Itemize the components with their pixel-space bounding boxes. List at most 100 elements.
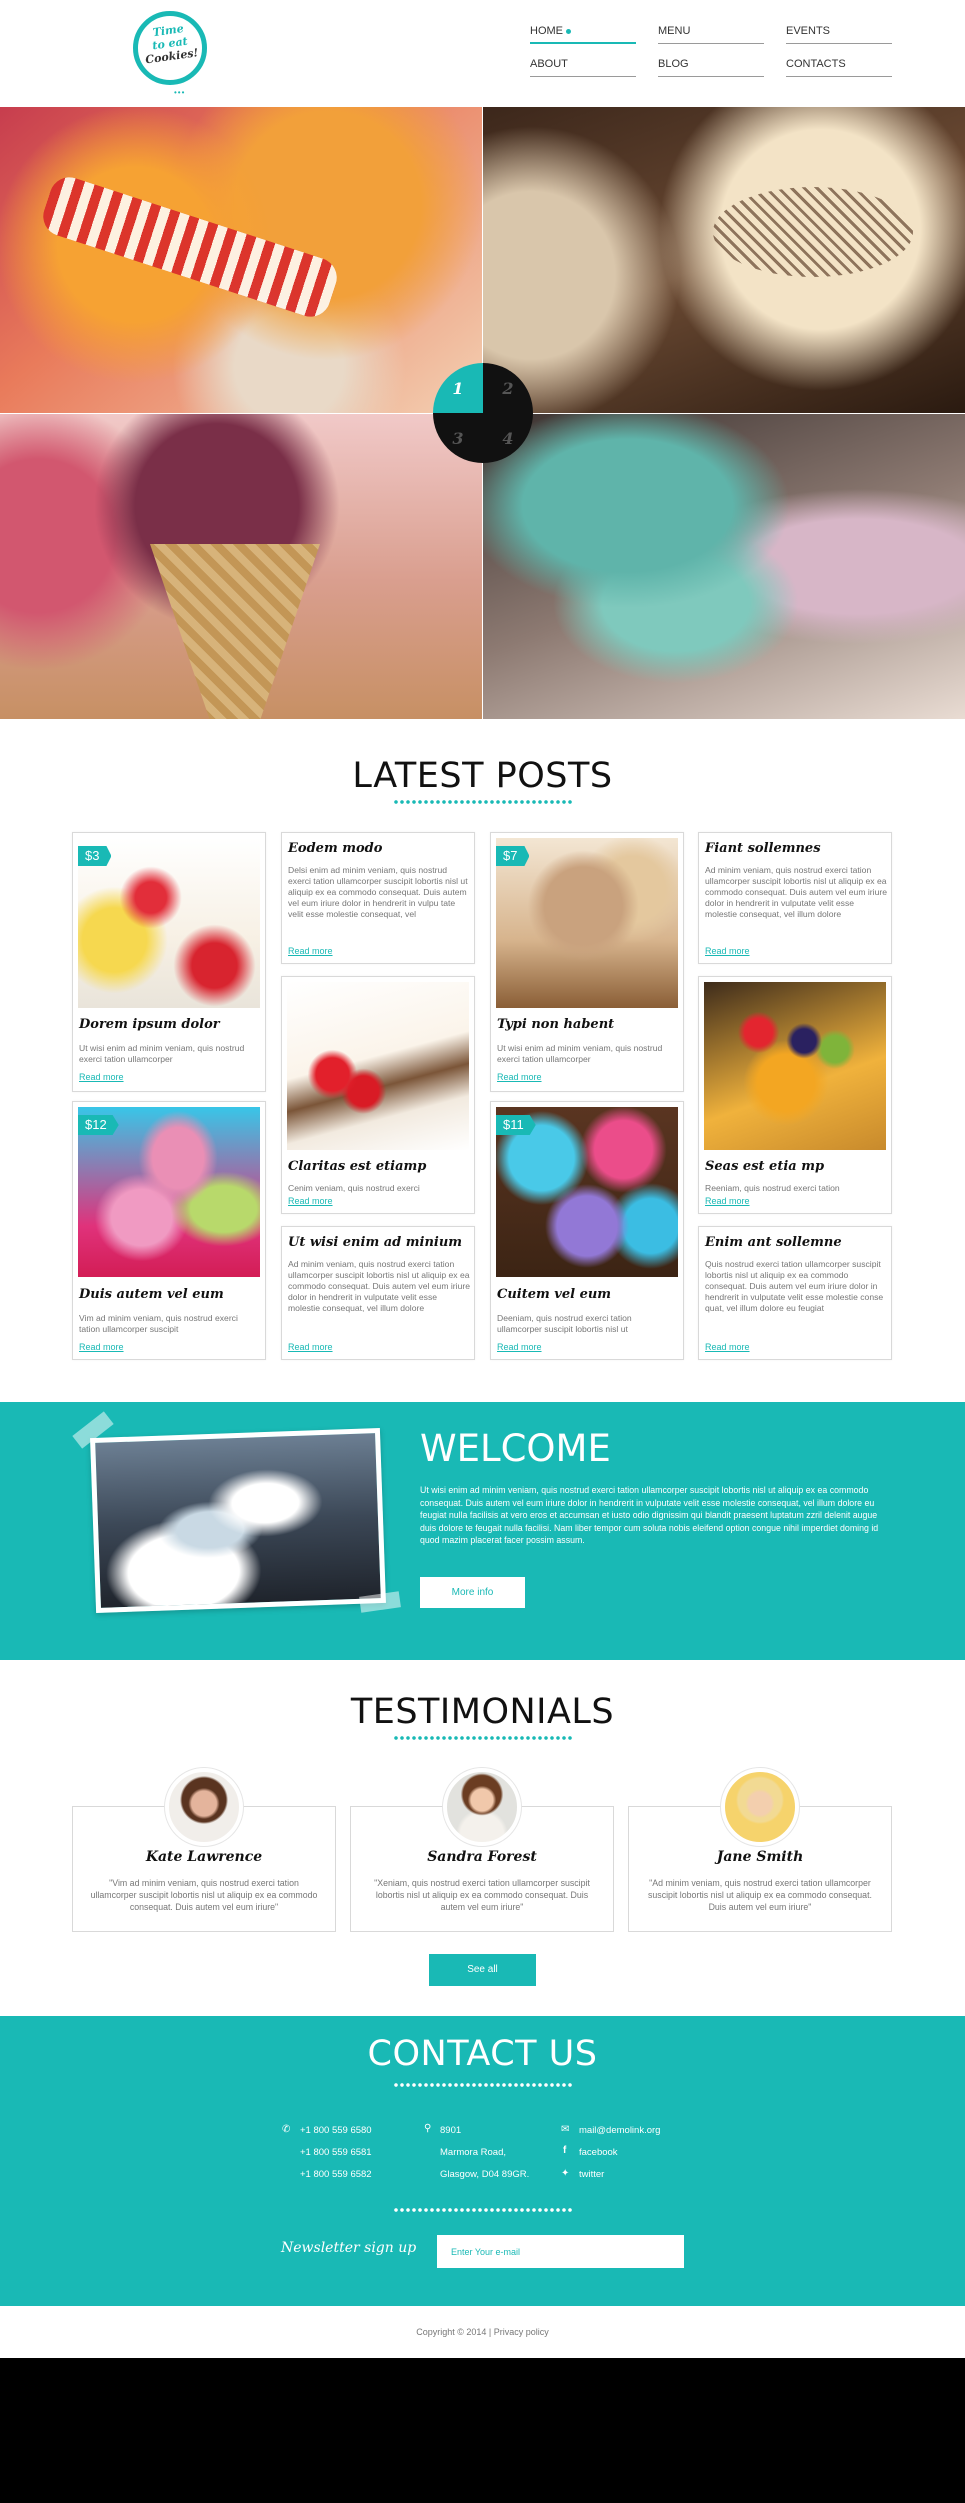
- read-more-link[interactable]: Read more: [705, 946, 750, 956]
- post-title[interactable]: Typi non habent: [497, 1017, 614, 1032]
- copyright-text: Copyright © 2014 | Privacy policy: [416, 2327, 549, 2337]
- post-title[interactable]: Ut wisi enim ad minium: [288, 1235, 462, 1250]
- post-excerpt: Deeniam, quis nostrud exerci tation ulla…: [497, 1313, 632, 1334]
- logo-dots-decoration: •••: [174, 88, 186, 97]
- post-excerpt: Delsi enim ad minim veniam, quis nostrud…: [288, 865, 468, 919]
- read-more-link[interactable]: Read more: [497, 1342, 542, 1352]
- post-image-cheesecake: [287, 982, 469, 1150]
- post-card[interactable]: $7 Typi non habent Ut wisi enim ad minim…: [490, 832, 684, 1092]
- post-card[interactable]: Seas est etia mp Reeniam, quis nostrud e…: [698, 976, 892, 1214]
- twitter-icon: ✦: [561, 2168, 570, 2179]
- post-card[interactable]: Ut wisi enim ad minium Ad minim veniam, …: [281, 1226, 475, 1360]
- post-excerpt: Ad minim veniam, quis nostrud exerci tat…: [705, 865, 887, 919]
- post-card[interactable]: Fiant sollemnes Ad minim veniam, quis no…: [698, 832, 892, 964]
- slider-pagination: 1 2 3 4: [433, 363, 533, 463]
- read-more-link[interactable]: Read more: [705, 1196, 750, 1206]
- divider-dots: [393, 2208, 573, 2212]
- testimonial-name: Jane Smith: [716, 1849, 804, 1865]
- price-tag: $12: [78, 1115, 119, 1135]
- welcome-photo-restaurant: [90, 1427, 386, 1614]
- nav-item-menu[interactable]: MENU: [658, 22, 764, 44]
- post-card[interactable]: Enim ant sollemne Quis nostrud exerci ta…: [698, 1226, 892, 1360]
- contact-title: CONTACT US: [367, 2034, 598, 2074]
- slide-button-2[interactable]: 2: [483, 363, 533, 413]
- post-title[interactable]: Seas est etia mp: [705, 1159, 824, 1174]
- avatar: [443, 1768, 521, 1846]
- avatar: [721, 1768, 799, 1846]
- phone-number[interactable]: +1 800 559 6582: [300, 2169, 372, 2180]
- title-underline-dots: [393, 2083, 573, 2087]
- hero-image-cupcake: [483, 107, 965, 413]
- read-more-link[interactable]: Read more: [288, 1196, 333, 1206]
- waffle-cone-decoration: [150, 544, 320, 719]
- post-image-fruit-tart: [704, 982, 886, 1150]
- welcome-title: WELCOME: [420, 1427, 611, 1470]
- price-tag: $3: [78, 846, 112, 866]
- nav-item-home[interactable]: HOME: [530, 22, 636, 44]
- nav-item-about[interactable]: ABOUT: [530, 55, 636, 77]
- nav-item-events[interactable]: EVENTS: [786, 22, 892, 44]
- logo-text: Time to eat Cookies!: [138, 20, 203, 67]
- post-card[interactable]: $3 Dorem ipsum dolor Ut wisi enim ad min…: [72, 832, 266, 1092]
- post-title[interactable]: Cuitem vel eum: [497, 1287, 611, 1302]
- testimonial-name: Sandra Forest: [427, 1849, 537, 1865]
- twitter-link[interactable]: twitter: [579, 2169, 604, 2180]
- hero-image-muffins: [0, 107, 482, 413]
- phone-number[interactable]: +1 800 559 6580: [300, 2125, 372, 2136]
- price-tag: $7: [496, 846, 530, 866]
- post-card[interactable]: Eodem modo Delsi enim ad minim veniam, q…: [281, 832, 475, 964]
- testimonial-quote: "Vim ad minim veniam, quis nostrud exerc…: [90, 1878, 318, 1912]
- nav-item-about-label: ABOUT: [530, 58, 568, 70]
- phone-icon: ✆: [282, 2124, 291, 2135]
- see-all-button[interactable]: See all: [429, 1954, 536, 1986]
- hero-image-macarons: [483, 414, 965, 719]
- post-title[interactable]: Duis autem vel eum: [79, 1287, 224, 1302]
- post-title[interactable]: Claritas est etiamp: [288, 1159, 426, 1174]
- site-footer: Copyright © 2014 | Privacy policy: [0, 2306, 965, 2358]
- address-line: Marmora Road,: [440, 2147, 506, 2158]
- contact-section: CONTACT US ✆ +1 800 559 6580 +1 800 559 …: [0, 2016, 965, 2306]
- post-card[interactable]: $12 Duis autem vel eum Vim ad minim veni…: [72, 1101, 266, 1360]
- read-more-link[interactable]: Read more: [497, 1072, 542, 1082]
- avatar: [165, 1768, 243, 1846]
- slide-button-4[interactable]: 4: [483, 413, 533, 463]
- more-info-button[interactable]: More info: [420, 1577, 525, 1608]
- nav-item-contacts[interactable]: CONTACTS: [786, 55, 892, 77]
- price-tag: $11: [496, 1115, 536, 1135]
- title-underline-dots: [393, 800, 573, 804]
- site-logo[interactable]: Time to eat Cookies! •••: [130, 8, 210, 97]
- slide-button-3[interactable]: 3: [433, 413, 483, 463]
- facebook-link[interactable]: facebook: [579, 2147, 618, 2158]
- read-more-link[interactable]: Read more: [79, 1072, 124, 1082]
- address-line: 8901: [440, 2125, 462, 2136]
- post-excerpt: Vim ad minim veniam, quis nostrud exerci…: [79, 1313, 238, 1334]
- nav-item-contacts-label: CONTACTS: [786, 58, 846, 70]
- testimonial-quote: "Ad minim veniam, quis nostrud exerci ta…: [648, 1878, 872, 1912]
- newsletter-label: Newsletter sign up: [281, 2240, 417, 2256]
- email-link[interactable]: mail@demolink.org: [579, 2125, 660, 2136]
- title-underline-dots: [393, 1736, 573, 1740]
- post-card[interactable]: Claritas est etiamp Cenim veniam, quis n…: [281, 976, 475, 1214]
- post-title[interactable]: Enim ant sollemne: [705, 1235, 842, 1250]
- testimonial-quote: "Xeniam, quis nostrud exerci tation ulla…: [374, 1878, 590, 1912]
- welcome-text: Ut wisi enim ad minim veniam, quis nostr…: [420, 1485, 879, 1546]
- post-excerpt: Cenim veniam, quis nostrud exerci: [288, 1183, 420, 1193]
- active-dot-icon: [566, 28, 571, 34]
- nav-item-blog[interactable]: BLOG: [658, 55, 764, 77]
- facebook-icon: f: [563, 2145, 567, 2156]
- newsletter-email-input[interactable]: [437, 2235, 684, 2268]
- nav-item-menu-label: MENU: [658, 25, 691, 37]
- checkered-ribbon-decoration: [38, 172, 342, 322]
- post-title[interactable]: Dorem ipsum dolor: [79, 1017, 220, 1032]
- testimonial-name: Kate Lawrence: [145, 1849, 263, 1865]
- read-more-link[interactable]: Read more: [79, 1342, 124, 1352]
- read-more-link[interactable]: Read more: [705, 1342, 750, 1352]
- latest-posts-title: LATEST POSTS: [352, 756, 613, 796]
- post-title[interactable]: Fiant sollemnes: [705, 841, 821, 856]
- post-title[interactable]: Eodem modo: [288, 841, 382, 856]
- slide-button-1[interactable]: 1: [433, 363, 483, 413]
- phone-number[interactable]: +1 800 559 6581: [300, 2147, 372, 2158]
- read-more-link[interactable]: Read more: [288, 1342, 333, 1352]
- read-more-link[interactable]: Read more: [288, 946, 333, 956]
- post-card[interactable]: $11 Cuitem vel eum Deeniam, quis nostrud…: [490, 1101, 684, 1360]
